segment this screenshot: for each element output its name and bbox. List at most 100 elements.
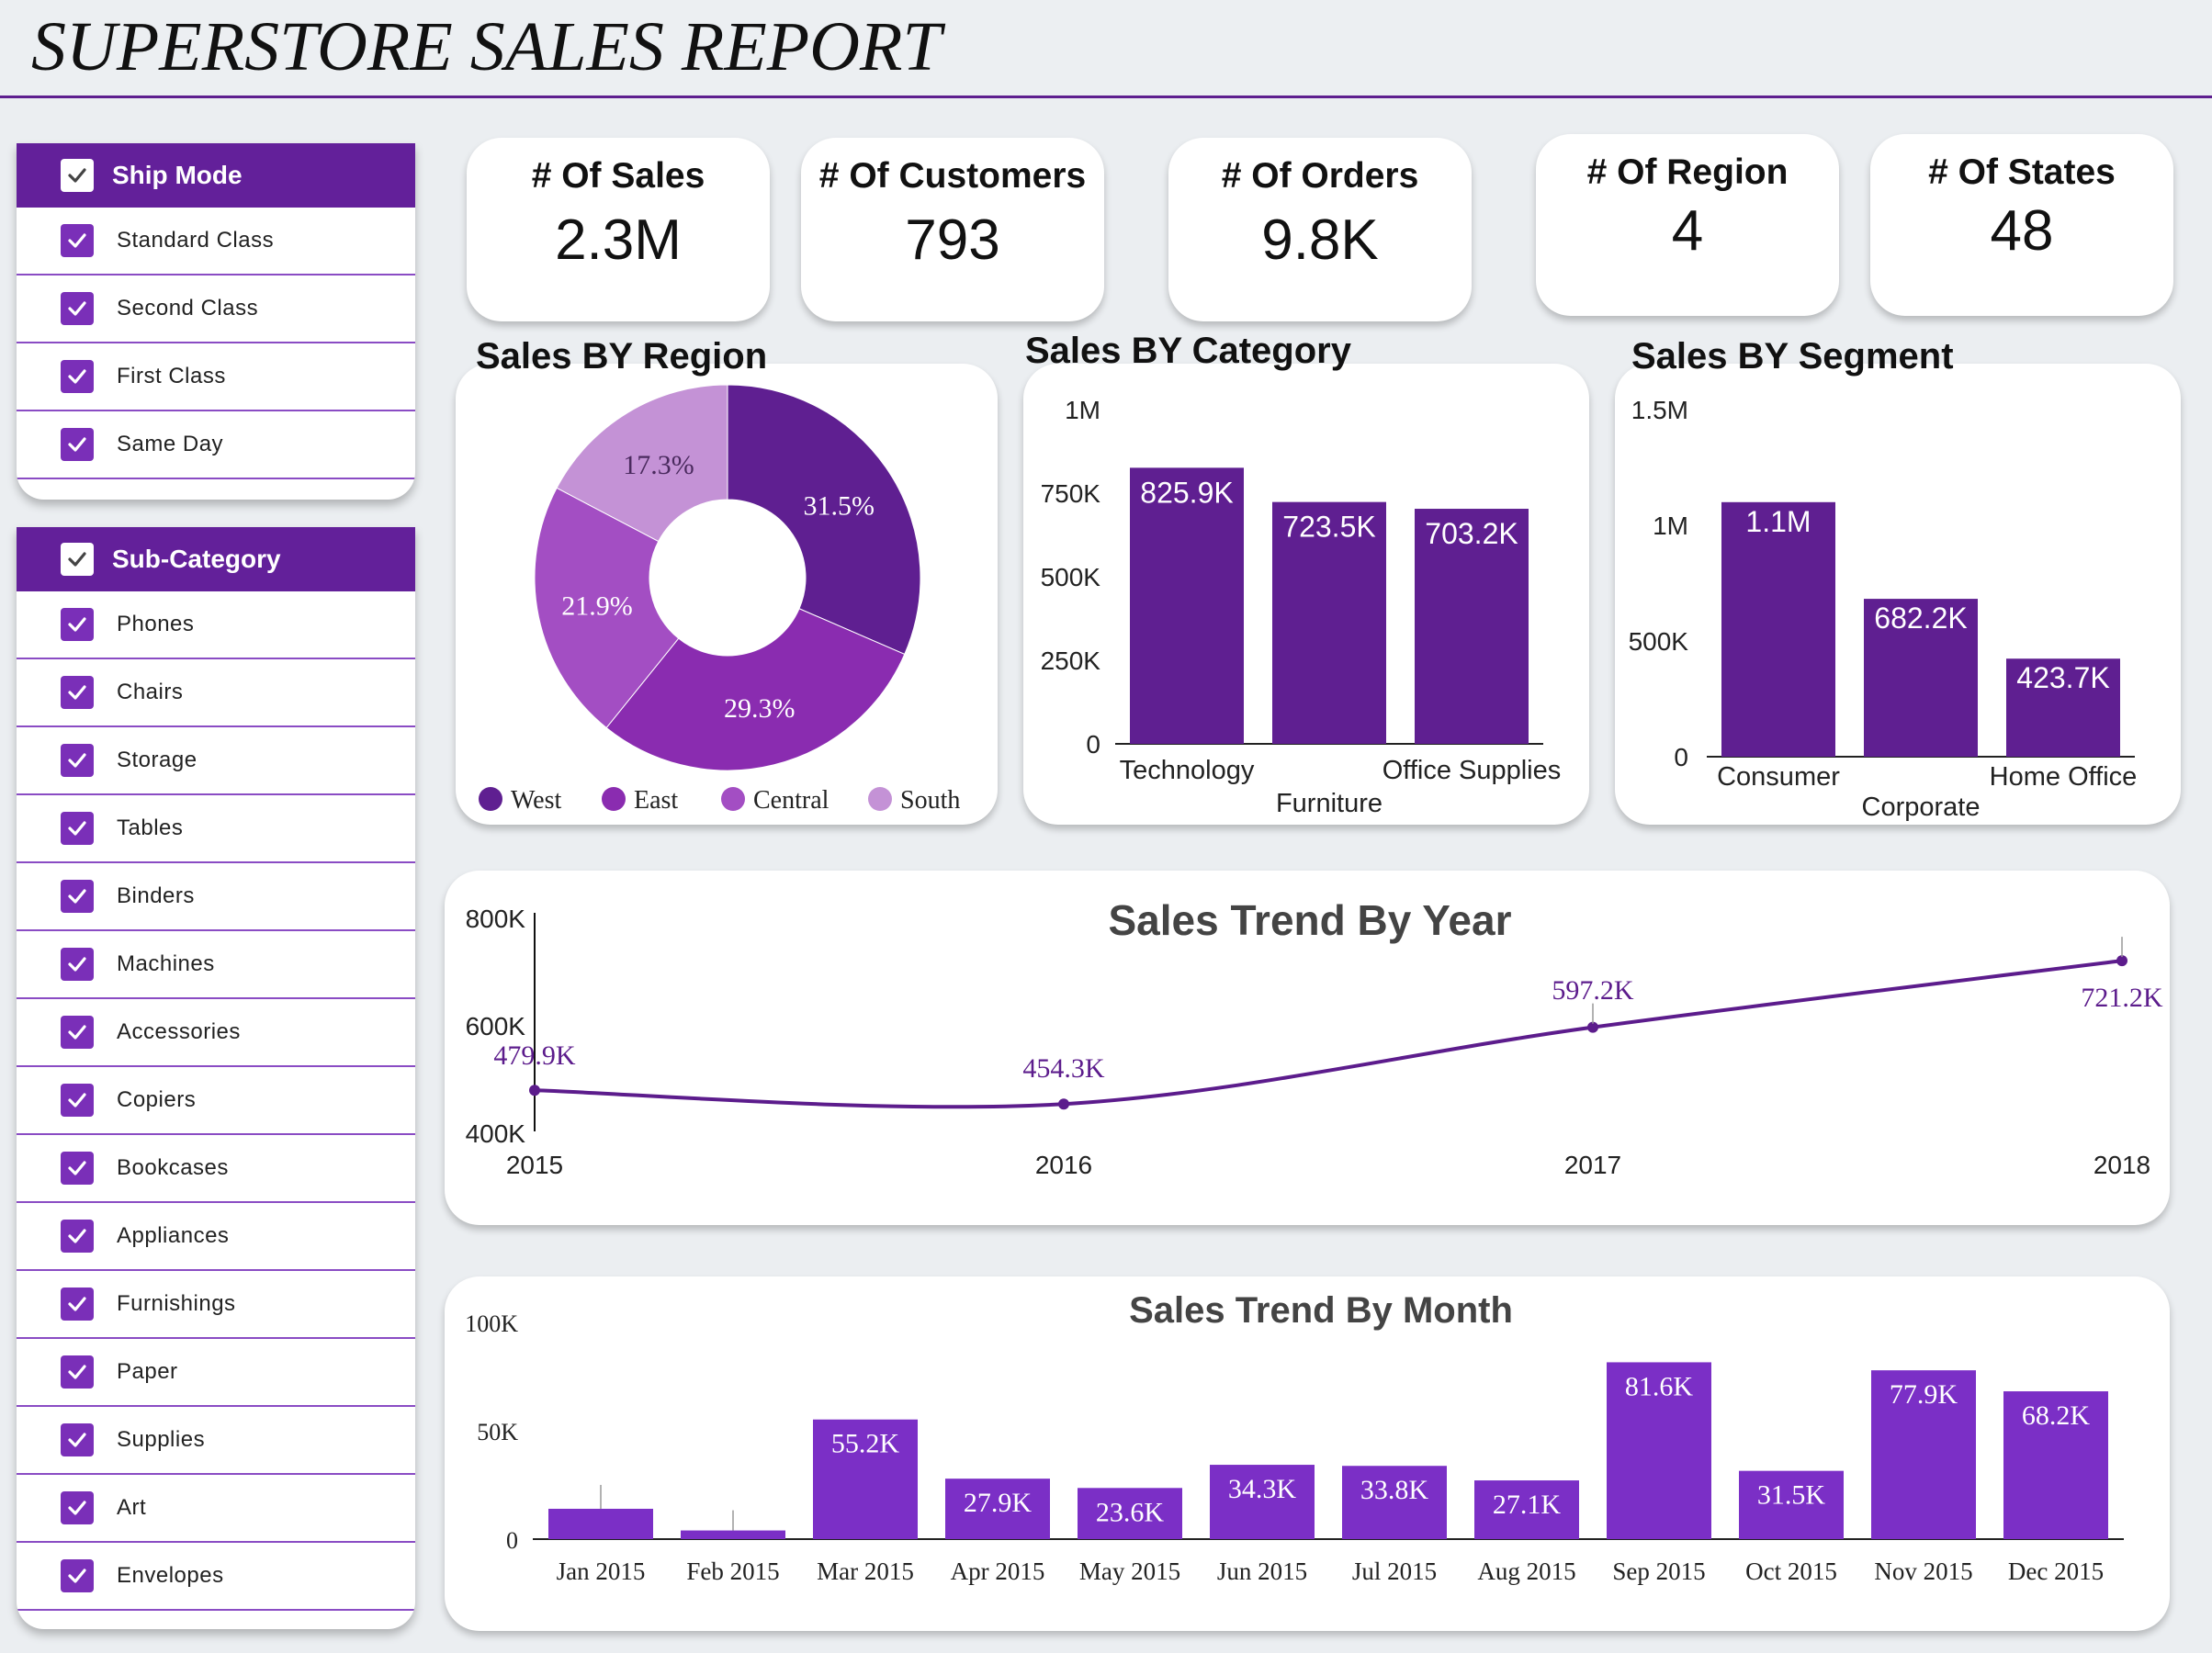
- legend-label: West: [511, 786, 562, 815]
- slicer-option[interactable]: Same Day: [17, 411, 415, 479]
- slicer-option[interactable]: First Class: [17, 343, 415, 411]
- legend-label: Central: [753, 786, 830, 815]
- x-category-label: Home Office: [1990, 762, 2138, 792]
- kpi-label: # Of Customers: [818, 156, 1087, 196]
- checkbox-checked-icon[interactable]: [61, 744, 94, 777]
- checkbox-checked-icon[interactable]: [61, 1355, 94, 1389]
- sub-category-slicer: Sub-Category Phones Chairs Storage Tables Bin…: [17, 527, 415, 1629]
- x-category-label: Apr 2015: [951, 1557, 1045, 1585]
- slicer-option[interactable]: Appliances: [17, 1203, 415, 1271]
- x-category-label: Office Supplies: [1382, 756, 1562, 785]
- sub-category-title: Sub-Category: [112, 545, 281, 573]
- slice-data-label: 31.5%: [803, 490, 875, 521]
- slicer-option[interactable]: Standard Class: [17, 208, 415, 276]
- kpi-value: 4: [1671, 199, 1704, 263]
- slicer-option[interactable]: Machines: [17, 931, 415, 999]
- kpi-card-states: # Of States 48: [1870, 134, 2173, 316]
- x-tick-label: 2017: [1564, 1151, 1621, 1179]
- slice-data-label: 21.9%: [561, 590, 633, 621]
- segment-bar-chart: 0 500K 1M 1.5M 1.1M Consumer 682.2K Corporate 42…: [1629, 396, 2138, 822]
- y-tick-label: 250K: [1041, 647, 1101, 675]
- kpi-card-orders: # Of Orders 9.8K: [1168, 138, 1472, 321]
- checkbox-checked-icon[interactable]: [61, 428, 94, 461]
- slicer-option[interactable]: Accessories: [17, 999, 415, 1067]
- bar-data-label: 703.2K: [1425, 517, 1518, 550]
- slicer-option-label: Bookcases: [117, 1155, 229, 1180]
- y-tick-label: 100K: [465, 1310, 518, 1337]
- checkbox-checked-icon[interactable]: [61, 1423, 94, 1456]
- slicer-option[interactable]: Chairs: [17, 659, 415, 727]
- slicer-option[interactable]: Envelopes: [17, 1543, 415, 1611]
- select-all-checkbox-icon[interactable]: [61, 543, 94, 576]
- legend-label: East: [634, 786, 678, 815]
- checkbox-checked-icon[interactable]: [61, 1491, 94, 1524]
- category-bar-chart: 0 250K 500K 750K 1M 825.9K Technology 723.5K Fur…: [1041, 396, 1562, 818]
- select-all-checkbox-icon[interactable]: [61, 159, 94, 192]
- x-category-label: Jan 2015: [557, 1557, 646, 1585]
- bar: [548, 1508, 653, 1539]
- line-point: [529, 1085, 540, 1096]
- slice-data-label: 17.3%: [623, 450, 694, 480]
- slicer-option-label: Copiers: [117, 1087, 197, 1112]
- slicer-option-label: Same Day: [117, 432, 224, 456]
- kpi-value: 9.8K: [1261, 208, 1379, 272]
- slicer-option[interactable]: Art: [17, 1475, 415, 1543]
- y-tick-label: 500K: [1041, 563, 1101, 591]
- slicer-option-label: Supplies: [117, 1427, 206, 1452]
- slicer-option-label: First Class: [117, 364, 226, 388]
- kpi-label: # Of Sales: [531, 156, 705, 196]
- ship-mode-title: Ship Mode: [112, 161, 243, 189]
- checkbox-checked-icon[interactable]: [61, 676, 94, 709]
- region-donut-chart: 31.5% 29.3% 21.9% 17.3% West East Central South: [479, 384, 960, 815]
- ship-mode-header[interactable]: Ship Mode: [17, 143, 415, 208]
- x-tick-label: 2018: [2094, 1151, 2150, 1179]
- header-bar: SUPERSTORE SALES REPORT: [0, 0, 2212, 98]
- checkbox-checked-icon[interactable]: [61, 1152, 94, 1185]
- slicer-option[interactable]: Paper: [17, 1339, 415, 1407]
- point-data-label: 597.2K: [1552, 975, 1634, 1006]
- checkbox-checked-icon[interactable]: [61, 224, 94, 257]
- y-tick-label: 500K: [1629, 627, 1689, 656]
- x-category-label: Furniture: [1276, 789, 1382, 818]
- slicer-option-label: Paper: [117, 1359, 178, 1384]
- y-tick-label: 1M: [1653, 512, 1688, 540]
- checkbox-checked-icon[interactable]: [61, 1084, 94, 1117]
- checkbox-checked-icon[interactable]: [61, 880, 94, 913]
- checkbox-checked-icon[interactable]: [61, 1559, 94, 1592]
- kpi-label: # Of States: [1928, 152, 2116, 192]
- x-category-label: Sep 2015: [1612, 1557, 1705, 1585]
- slicer-option-label: Tables: [117, 815, 184, 840]
- bar-data-label: 34.3K: [1228, 1474, 1297, 1504]
- x-category-label: Feb 2015: [686, 1557, 779, 1585]
- slicer-option-label: Accessories: [117, 1019, 241, 1044]
- slicer-option[interactable]: Second Class: [17, 276, 415, 343]
- y-tick-label: 0: [1086, 730, 1100, 759]
- checkbox-checked-icon[interactable]: [61, 1016, 94, 1049]
- x-category-label: Nov 2015: [1874, 1557, 1972, 1585]
- slicer-option-label: Standard Class: [117, 228, 275, 253]
- sub-category-header[interactable]: Sub-Category: [17, 527, 415, 591]
- x-tick-label: 2015: [506, 1151, 563, 1179]
- checkbox-checked-icon[interactable]: [61, 948, 94, 981]
- slicer-option[interactable]: Binders: [17, 863, 415, 931]
- checkbox-checked-icon[interactable]: [61, 292, 94, 325]
- year-trend-line-chart: Sales Trend By Year 400K 600K 800K 479.9K 201…: [466, 896, 2163, 1179]
- slicer-option[interactable]: Copiers: [17, 1067, 415, 1135]
- x-category-label: Technology: [1120, 756, 1255, 785]
- checkbox-checked-icon[interactable]: [61, 812, 94, 845]
- checkbox-checked-icon[interactable]: [61, 1220, 94, 1253]
- checkbox-checked-icon[interactable]: [61, 360, 94, 393]
- slicer-option[interactable]: Bookcases: [17, 1135, 415, 1203]
- slicer-option[interactable]: Furnishings: [17, 1271, 415, 1339]
- slicer-option[interactable]: Tables: [17, 795, 415, 863]
- checkbox-checked-icon[interactable]: [61, 1288, 94, 1321]
- legend-label: South: [900, 786, 960, 815]
- slicer-option[interactable]: Supplies: [17, 1407, 415, 1475]
- y-tick-label: 750K: [1041, 479, 1101, 508]
- slicer-option[interactable]: Storage: [17, 727, 415, 795]
- slicer-option-label: Chairs: [117, 680, 184, 704]
- slicer-option-label: Furnishings: [117, 1291, 236, 1316]
- slicer-option[interactable]: Phones: [17, 591, 415, 659]
- year-chart-title: Sales Trend By Year: [1109, 896, 1512, 944]
- checkbox-checked-icon[interactable]: [61, 608, 94, 641]
